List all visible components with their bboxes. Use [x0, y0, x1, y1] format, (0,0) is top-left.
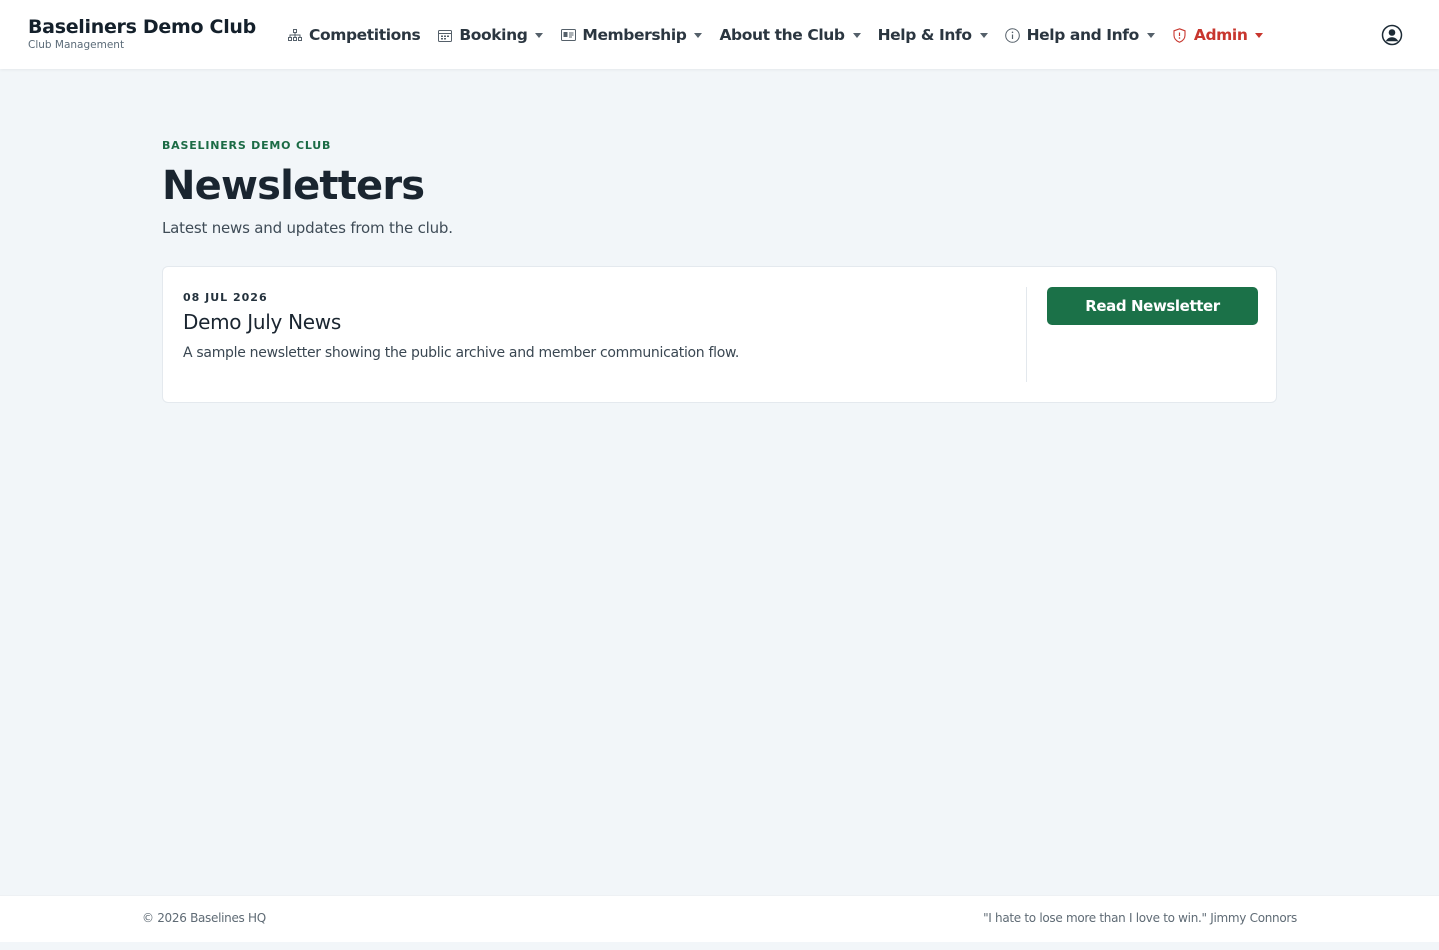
footer: © 2026 Baselines HQ "I hate to lose more… — [0, 895, 1439, 942]
newsletter-card: 08 JUL 2026 Demo July News A sample news… — [162, 266, 1277, 403]
nav-competitions-label: Competitions — [309, 26, 421, 44]
chevron-down-icon — [694, 32, 703, 38]
newsletter-description: A sample newsletter showing the public a… — [183, 345, 740, 361]
footer-quote: "I hate to lose more than I love to win.… — [983, 911, 1297, 925]
nav-booking[interactable]: Booking — [437, 24, 544, 46]
shield-icon — [1172, 27, 1188, 43]
chevron-down-icon — [852, 32, 861, 38]
chevron-down-icon — [1146, 32, 1155, 38]
calendar-icon — [437, 28, 453, 42]
page-title: Newsletters — [162, 163, 425, 209]
top-navbar: Baseliners Demo Club Club Management Com… — [0, 0, 1439, 69]
nav-about-label: About the Club — [719, 26, 845, 44]
nav-help-and-info[interactable]: Help and Info — [1005, 24, 1155, 46]
newsletter-title: Demo July News — [183, 310, 341, 334]
nav-about[interactable]: About the Club — [719, 24, 861, 46]
nav-membership-label: Membership — [582, 26, 687, 44]
brand-name[interactable]: Baseliners Demo Club — [28, 16, 256, 38]
footer-copyright: © 2026 Baselines HQ — [142, 911, 266, 925]
nav-help-info-label: Help & Info — [877, 26, 972, 44]
nav-help-and-info-label: Help and Info — [1026, 26, 1140, 44]
main-content: BASELINERS DEMO CLUB Newsletters Latest … — [162, 139, 1277, 403]
user-menu-button[interactable] — [1381, 24, 1403, 46]
chevron-down-icon — [979, 32, 988, 38]
card-divider — [1026, 287, 1027, 382]
read-newsletter-button[interactable]: Read Newsletter — [1047, 287, 1258, 325]
brand[interactable]: Baseliners Demo Club Club Management — [28, 16, 256, 52]
nav-competitions[interactable]: Competitions — [287, 24, 421, 46]
nav-booking-label: Booking — [459, 26, 528, 44]
nav-admin-label: Admin — [1193, 26, 1248, 44]
nav-membership[interactable]: Membership — [560, 24, 703, 46]
main-nav: Competitions Booking Membership About th… — [287, 24, 1280, 46]
nav-admin[interactable]: Admin — [1172, 24, 1264, 46]
chevron-down-icon — [535, 32, 544, 38]
chevron-down-icon — [1255, 32, 1264, 38]
newsletter-date: 08 JUL 2026 — [183, 291, 268, 304]
user-circle-icon — [1381, 24, 1403, 50]
page-eyebrow: BASELINERS DEMO CLUB — [162, 139, 332, 152]
id-card-icon — [560, 28, 576, 42]
brand-subtitle: Club Management — [28, 39, 125, 51]
bottom-strip — [0, 942, 1439, 950]
info-circle-icon — [1005, 27, 1021, 43]
nav-help-info[interactable]: Help & Info — [878, 24, 988, 46]
page-subtitle: Latest news and updates from the club. — [162, 219, 453, 237]
sitemap-icon — [287, 28, 303, 42]
